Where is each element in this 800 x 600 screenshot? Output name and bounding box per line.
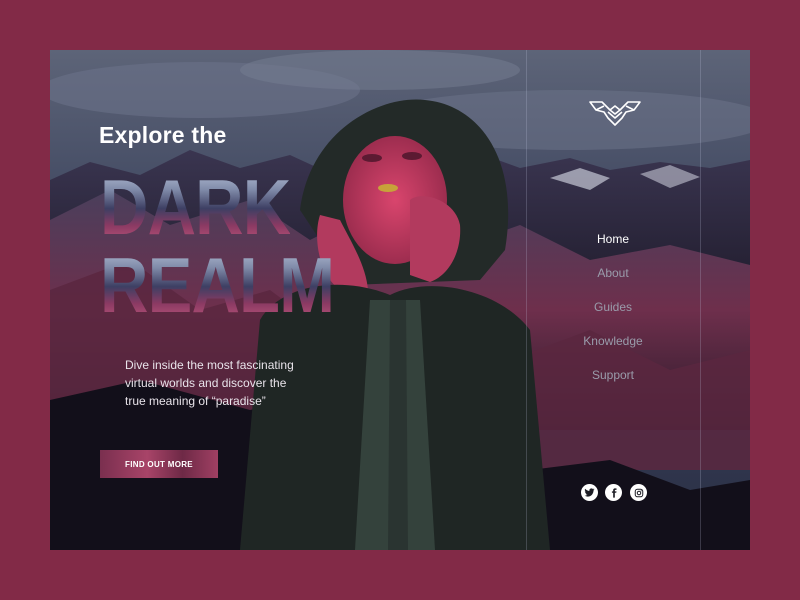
headline-intro: Explore the (99, 122, 227, 148)
twitter-glyph (584, 488, 595, 497)
divider-line-left (526, 50, 527, 550)
main-nav: Home About Guides Knowledge Support (569, 228, 657, 398)
hero-frame: Explore the DARK REALM Dive inside the m… (50, 50, 750, 550)
instagram-icon[interactable] (630, 484, 647, 501)
hero-description: Dive inside the most fascinating virtual… (125, 358, 294, 408)
nav-item-home[interactable]: Home (569, 228, 657, 262)
headline-word-realm: REALM (100, 241, 335, 329)
nav-item-knowledge[interactable]: Knowledge (569, 330, 657, 364)
nav-item-guides[interactable]: Guides (569, 296, 657, 330)
divider-line-right (700, 50, 701, 550)
find-out-more-button[interactable]: FIND OUT MORE (100, 450, 218, 478)
facebook-icon[interactable] (605, 484, 622, 501)
instagram-glyph (634, 488, 643, 497)
nav-item-support[interactable]: Support (569, 364, 657, 398)
find-out-more-label: FIND OUT MORE (125, 459, 193, 469)
facebook-glyph (611, 487, 616, 498)
headline-word-dark: DARK (100, 163, 291, 251)
twitter-icon[interactable] (581, 484, 598, 501)
geometric-wing-logo-icon[interactable] (588, 98, 642, 128)
nav-item-about[interactable]: About (569, 262, 657, 296)
